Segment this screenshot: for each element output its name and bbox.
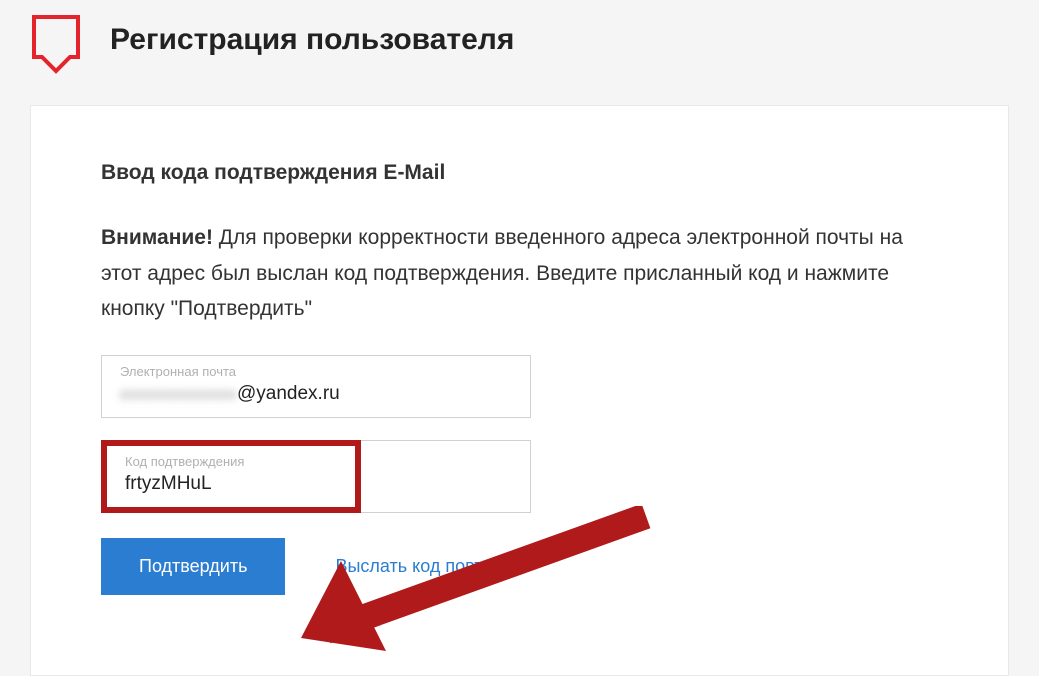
code-field-right[interactable]: [361, 440, 531, 513]
email-field-value: xxxxxxxxxxxxx@yandex.ru: [120, 383, 512, 405]
code-field-wrapper: Код подтверждения: [101, 440, 531, 513]
content-panel: Ввод кода подтверждения E-Mail Внимание!…: [30, 105, 1009, 676]
email-visible-part: @yandex.ru: [237, 383, 340, 404]
section-title: Ввод кода подтверждения E-Mail: [101, 161, 938, 185]
info-text-body: Для проверки корректности введенного адр…: [101, 226, 903, 320]
mosru-logo-icon: [30, 15, 82, 75]
email-field-label: Электронная почта: [120, 364, 512, 379]
code-highlight-annotation: Код подтверждения: [101, 440, 361, 513]
actions-row: Подтвердить Выслать код повторно: [101, 538, 938, 595]
resend-link[interactable]: Выслать код повторно: [335, 556, 522, 577]
attention-label: Внимание!: [101, 226, 213, 249]
confirm-button[interactable]: Подтвердить: [101, 538, 285, 595]
code-input[interactable]: [125, 473, 345, 495]
page-header: Регистрация пользователя: [0, 0, 1039, 105]
info-text: Внимание! Для проверки корректности введ…: [101, 220, 938, 327]
email-blurred-part: xxxxxxxxxxxxx: [120, 386, 237, 404]
email-field-wrapper: Электронная почта xxxxxxxxxxxxx@yandex.r…: [101, 355, 531, 418]
code-field-left[interactable]: Код подтверждения: [107, 446, 355, 507]
page-title: Регистрация пользователя: [110, 23, 514, 57]
email-field[interactable]: Электронная почта xxxxxxxxxxxxx@yandex.r…: [101, 355, 531, 418]
code-field-label: Код подтверждения: [125, 454, 345, 469]
